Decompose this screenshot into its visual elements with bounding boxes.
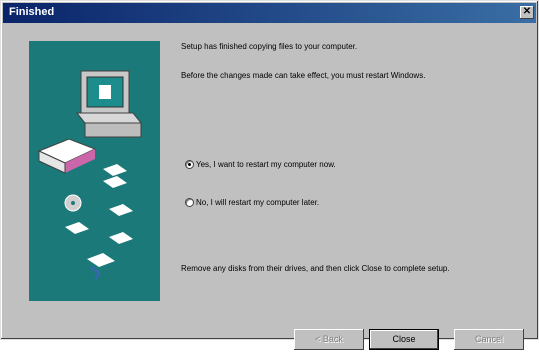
restart-now-radio[interactable] [185, 160, 194, 169]
footer-instruction: Remove any disks from their drives, and … [181, 264, 450, 273]
window-title: Finished [9, 6, 55, 18]
info-text-2: Before the changes made can take effect,… [181, 71, 426, 80]
computer-disks-illustration [37, 70, 143, 280]
back-button[interactable]: < Back [294, 329, 364, 350]
cancel-button[interactable]: Cancel [454, 329, 524, 350]
close-button[interactable]: Close [369, 329, 439, 350]
finished-dialog: Finished ✕ Setup has finished copying fi… [0, 0, 539, 350]
close-window-icon[interactable]: ✕ [520, 6, 534, 19]
restart-later-label[interactable]: No, I will restart my computer later. [196, 198, 319, 207]
title-bar[interactable]: Finished ✕ [3, 3, 536, 23]
restart-later-radio[interactable] [185, 198, 194, 207]
setup-illustration [29, 41, 160, 301]
restart-now-label[interactable]: Yes, I want to restart my computer now. [196, 160, 336, 169]
info-text-1: Setup has finished copying files to your… [181, 42, 358, 51]
